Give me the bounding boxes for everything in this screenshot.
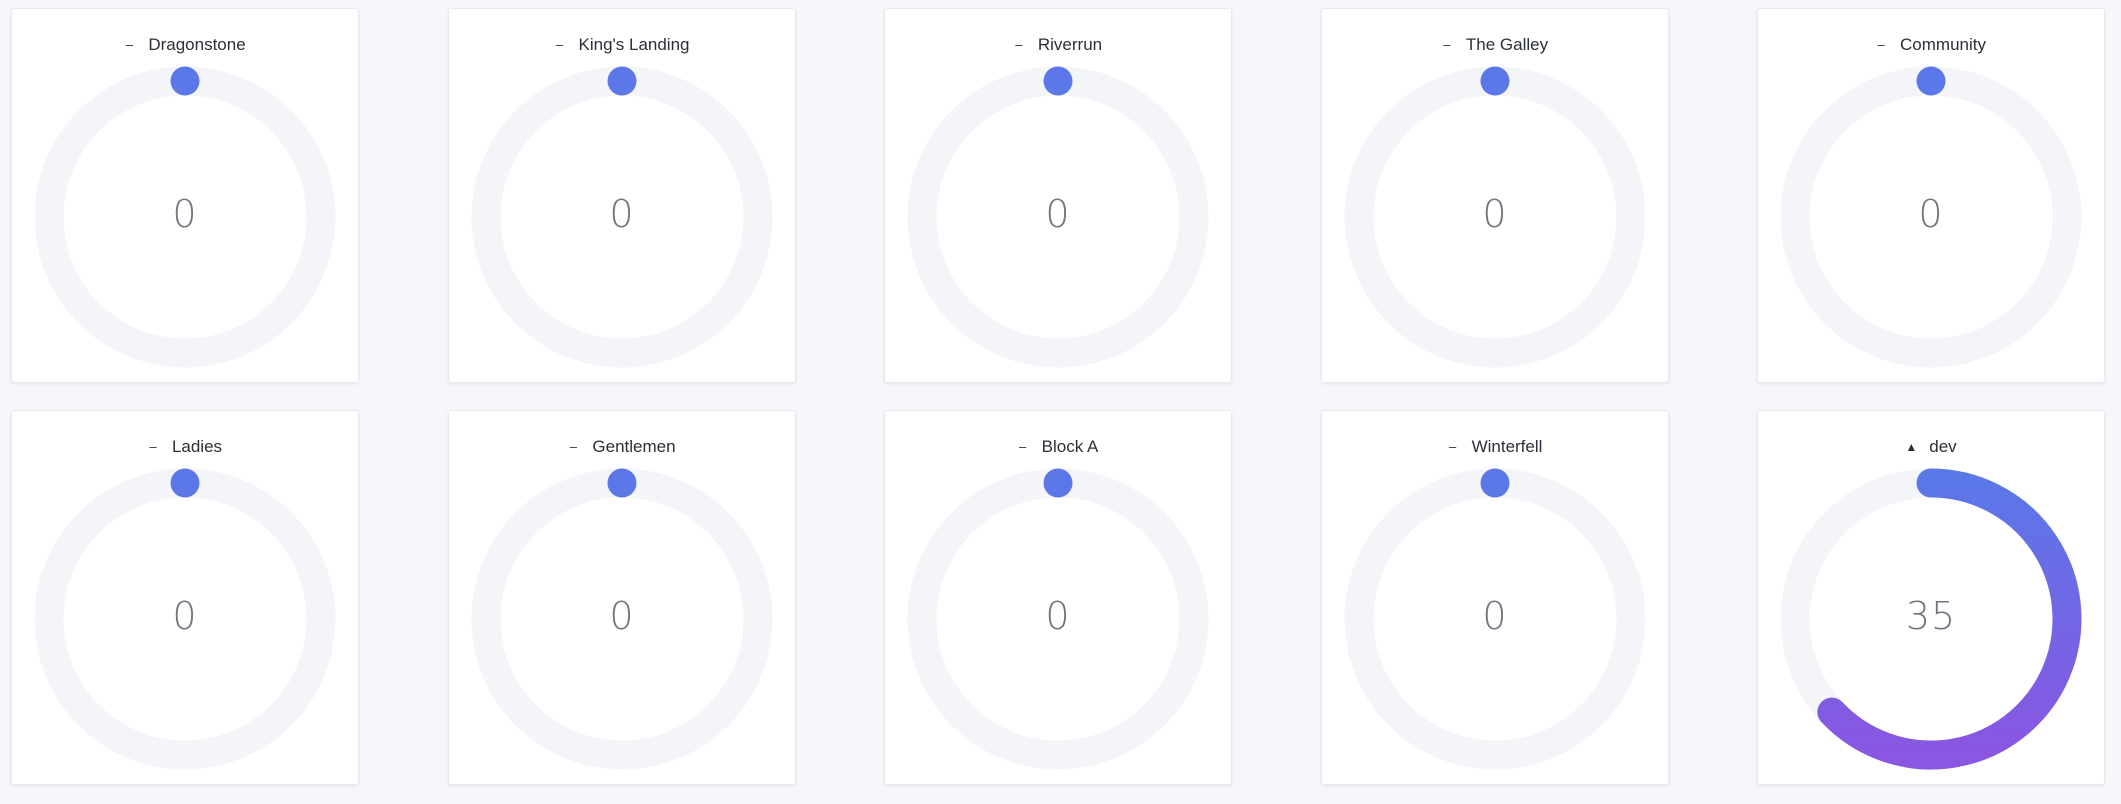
trend-indicator: –	[1019, 439, 1027, 454]
gauge-card-riverrun[interactable]: – Riverrun 0	[884, 8, 1232, 383]
gauge-label: Dragonstone	[148, 35, 246, 54]
gauge-value: 0	[1045, 594, 1071, 638]
radial-gauge: 0	[1343, 467, 1647, 771]
gauge-grid: – Dragonstone 0 – King's Landing 0 – Riverr…	[0, 0, 2121, 804]
gauge-card-kings-landing[interactable]: – King's Landing 0	[448, 8, 796, 383]
gauge-header: – Dragonstone	[12, 35, 358, 57]
gauge-value: 35	[1905, 594, 1957, 638]
gauge-card-the-galley[interactable]: – The Galley 0	[1321, 8, 1669, 383]
radial-gauge: 0	[1343, 65, 1647, 369]
gauge-label: The Galley	[1465, 35, 1549, 54]
trend-indicator: –	[149, 439, 157, 454]
trend-indicator: –	[555, 37, 564, 52]
gauge-label: Winterfell	[1471, 437, 1543, 456]
trend-indicator: –	[1877, 37, 1885, 52]
trend-indicator: –	[1448, 439, 1457, 454]
gauge-card-dragonstone[interactable]: – Dragonstone 0	[11, 8, 359, 383]
radial-gauge: 0	[906, 467, 1210, 771]
gauge-header: – Gentlemen	[449, 437, 795, 459]
gauge-label: Block A	[1041, 437, 1099, 456]
gauge-label: dev	[1929, 437, 1957, 456]
gauge-value: 0	[609, 192, 635, 236]
gauge-header: – Ladies	[12, 437, 358, 459]
trend-indicator: –	[569, 439, 578, 454]
gauge-label: Community	[1900, 35, 1986, 54]
radial-gauge: 0	[906, 65, 1210, 369]
gauge-label: King's Landing	[578, 35, 690, 54]
gauge-header: – The Galley	[1322, 35, 1668, 57]
gauge-value: 0	[1482, 594, 1508, 638]
gauge-value: 0	[609, 594, 635, 638]
trend-indicator: –	[125, 37, 133, 52]
gauge-header: – Winterfell	[1322, 437, 1668, 459]
gauge-value: 0	[1482, 192, 1508, 236]
radial-gauge: 0	[1779, 65, 2083, 369]
gauge-card-block-a[interactable]: – Block A 0	[884, 410, 1232, 785]
trend-indicator: –	[1443, 37, 1451, 52]
gauge-header: – Riverrun	[885, 35, 1231, 57]
radial-gauge: 35	[1779, 467, 2083, 771]
gauge-card-dev[interactable]: ▲ dev 35	[1757, 410, 2105, 785]
radial-gauge: 0	[470, 65, 774, 369]
trend-up-icon: ▲	[1905, 440, 1918, 454]
gauge-label: Riverrun	[1037, 35, 1103, 54]
trend-indicator: –	[1015, 37, 1023, 52]
gauge-header: – Block A	[885, 437, 1231, 459]
gauge-card-community[interactable]: – Community 0	[1757, 8, 2105, 383]
gauge-value: 0	[172, 192, 198, 236]
gauge-header: – Community	[1758, 35, 2104, 57]
gauge-header: – King's Landing	[449, 35, 795, 57]
gauge-value: 0	[172, 594, 198, 638]
gauge-card-ladies[interactable]: – Ladies 0	[11, 410, 359, 785]
radial-gauge: 0	[33, 467, 337, 771]
gauge-value: 0	[1045, 192, 1071, 236]
gauge-card-gentlemen[interactable]: – Gentlemen 0	[448, 410, 796, 785]
gauge-header: ▲ dev	[1758, 437, 2104, 459]
radial-gauge: 0	[33, 65, 337, 369]
gauge-label: Ladies	[171, 437, 223, 456]
gauge-label: Gentlemen	[592, 437, 676, 456]
gauge-value: 0	[1918, 192, 1944, 236]
radial-gauge: 0	[470, 467, 774, 771]
gauge-card-winterfell[interactable]: – Winterfell 0	[1321, 410, 1669, 785]
